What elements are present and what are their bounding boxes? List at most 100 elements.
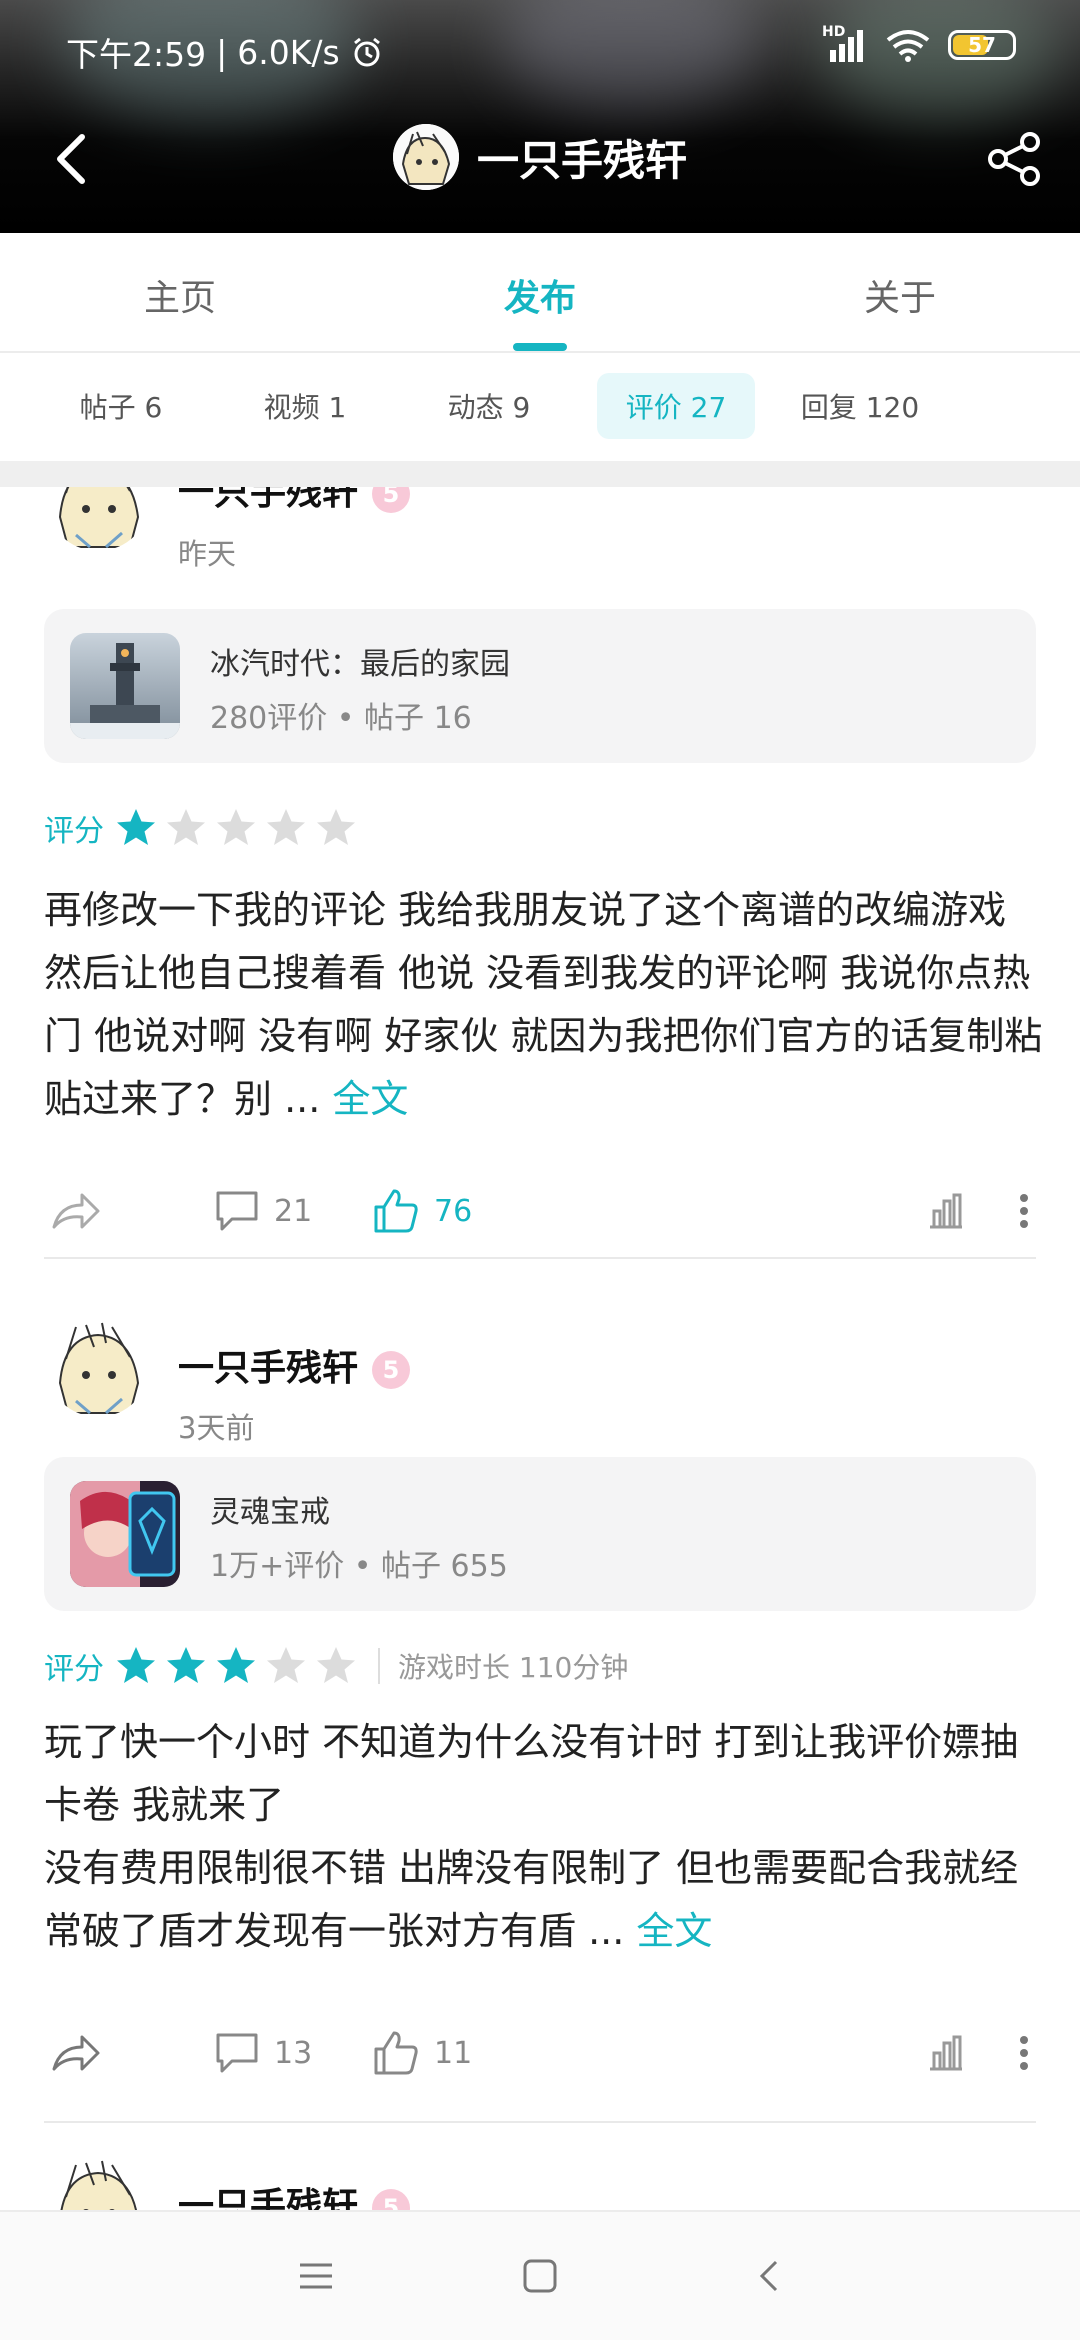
status-speed: 6.0K/s (237, 32, 340, 72)
tab-home[interactable]: 主页 (0, 233, 360, 351)
username[interactable]: 一只手残轩 5 (178, 1339, 411, 1391)
bar-chart-icon (930, 2035, 962, 2071)
play-time: 游戏时长 110分钟 (398, 1651, 629, 1684)
level-badge: 5 (372, 2189, 411, 2210)
share-icon (988, 132, 1040, 186)
share-post-button[interactable] (50, 2023, 102, 2083)
section-divider (0, 461, 1080, 487)
system-back-button[interactable] (738, 2246, 798, 2306)
stats-button[interactable] (926, 2023, 966, 2083)
game-icon-soul-ring (70, 1481, 180, 1587)
star-empty-icon (167, 809, 205, 845)
subtab-videos[interactable]: 视频 1 (240, 373, 370, 439)
level-badge: 5 (372, 1351, 411, 1389)
subtab-posts[interactable]: 帖子 6 (56, 373, 186, 439)
signal-icon: HD (822, 24, 868, 62)
menu-icon (300, 2263, 332, 2289)
game-name: 灵魂宝戒 (210, 1495, 330, 1530)
game-card[interactable]: 灵魂宝戒 1万+评价 • 帖子 655 (44, 1457, 1036, 1611)
forward-icon (52, 2035, 100, 2071)
share-post-button[interactable] (50, 1181, 102, 1241)
stats-button[interactable] (926, 1181, 966, 1241)
level-badge: 5 (372, 487, 411, 513)
star-empty-icon (317, 1647, 355, 1683)
home-button[interactable] (510, 2246, 570, 2306)
profile-avatar[interactable] (392, 124, 459, 190)
read-more-link[interactable]: 全文 (332, 1077, 408, 1121)
post-divider (44, 2121, 1036, 2123)
post-time: 3天前 (178, 1411, 255, 1445)
tab-publish[interactable]: 发布 (360, 233, 720, 351)
star-filled-icon (117, 1647, 155, 1683)
like-button[interactable]: 76 (372, 1181, 472, 1241)
battery-level: 57 (968, 33, 996, 57)
sub-tabs: 帖子 6 视频 1 动态 9 评价 27 回复 120 (0, 353, 1080, 461)
like-count: 11 (434, 2035, 473, 2071)
home-square-icon (523, 2259, 557, 2293)
tab-about[interactable]: 关于 (720, 233, 1080, 351)
game-meta: 1万+评价 • 帖子 655 (210, 1549, 508, 1584)
game-name: 冰汽时代：最后的家园 (210, 647, 510, 682)
subtab-moments[interactable]: 动态 9 (424, 373, 554, 439)
user-avatar[interactable] (46, 2151, 150, 2210)
forward-icon (52, 1193, 100, 1229)
star-filled-icon (217, 1647, 255, 1683)
post-divider (44, 1257, 1036, 1259)
game-card[interactable]: 冰汽时代：最后的家园 280评价 • 帖子 16 (44, 609, 1036, 763)
review-feed: 一只手残轩 5 昨天 冰汽时代：最后的家园 280评价 • 帖子 16 评分 再… (0, 487, 1080, 2210)
rating-row: 评分 (44, 803, 364, 853)
review-content[interactable]: 玩了快一个小时 不知道为什么没有计时 打到让我评价嫖抽卡卷 我就来了 没有费用限… (44, 1711, 1044, 1963)
username[interactable]: 一只手残轩 5 (178, 2177, 411, 2210)
header: 下午2:59 | 6.0K/s HD 57 一只手残轩 (0, 0, 1080, 233)
comment-button[interactable]: 21 (214, 1181, 312, 1241)
post-actions: 13 11 (0, 2023, 1080, 2083)
star-empty-icon (267, 809, 305, 845)
game-meta: 280评价 • 帖子 16 (210, 701, 472, 736)
like-count: 76 (434, 1193, 473, 1229)
review-content[interactable]: 再修改一下我的评论 我给我朋友说了这个离谱的改编游戏 然后让他自己搜着看 他说 … (44, 879, 1044, 1131)
alarm-icon (353, 37, 380, 67)
more-options-button[interactable] (1018, 2023, 1030, 2083)
user-avatar[interactable] (46, 1313, 150, 1417)
rating-label: 评分 (44, 1652, 104, 1687)
post-actions: 21 76 (0, 1181, 1080, 1241)
rating-row: 评分 游戏时长 110分钟 (44, 1641, 628, 1691)
main-tabs: 主页 发布 关于 (0, 233, 1080, 353)
username[interactable]: 一只手残轩 5 (178, 487, 411, 515)
user-avatar[interactable] (46, 487, 150, 551)
rating-label: 评分 (44, 814, 104, 849)
comment-count: 21 (274, 1193, 313, 1229)
star-empty-icon (267, 1647, 305, 1683)
battery-icon: 57 (948, 30, 1016, 60)
wifi-icon (886, 30, 930, 62)
title-bar: 一只手残轩 (0, 110, 1080, 210)
comment-icon (216, 2033, 258, 2073)
star-filled-icon (167, 1647, 205, 1683)
read-more-link[interactable]: 全文 (636, 1909, 712, 1953)
star-rating (114, 806, 364, 850)
comment-count: 13 (274, 2035, 313, 2071)
share-button[interactable] (980, 124, 1050, 194)
star-empty-icon (317, 809, 355, 845)
status-time: 下午2:59 (66, 35, 207, 74)
game-icon-frostpunk (70, 633, 180, 739)
like-button[interactable]: 11 (372, 2023, 472, 2083)
back-triangle-icon (759, 2260, 778, 2292)
menu-button[interactable] (286, 2246, 346, 2306)
status-bar: 下午2:59 | 6.0K/s HD 57 (0, 0, 1080, 98)
status-separator: | (216, 32, 228, 72)
bar-chart-icon (930, 1193, 962, 1229)
page-title: 一只手残轩 (476, 135, 687, 185)
star-rating (114, 1644, 364, 1688)
subtab-reviews[interactable]: 评价 27 (597, 373, 755, 439)
subtab-replies[interactable]: 回复 120 (790, 373, 930, 439)
system-nav-bar (0, 2210, 1080, 2340)
star-filled-icon (117, 809, 155, 845)
comment-icon (216, 1191, 258, 1231)
more-options-button[interactable] (1018, 1181, 1030, 1241)
comment-button[interactable]: 13 (214, 2023, 312, 2083)
thumbs-up-icon (374, 2031, 418, 2075)
more-vertical-icon (1020, 2036, 1028, 2070)
star-empty-icon (217, 809, 255, 845)
thumbs-up-icon (374, 1189, 418, 1233)
